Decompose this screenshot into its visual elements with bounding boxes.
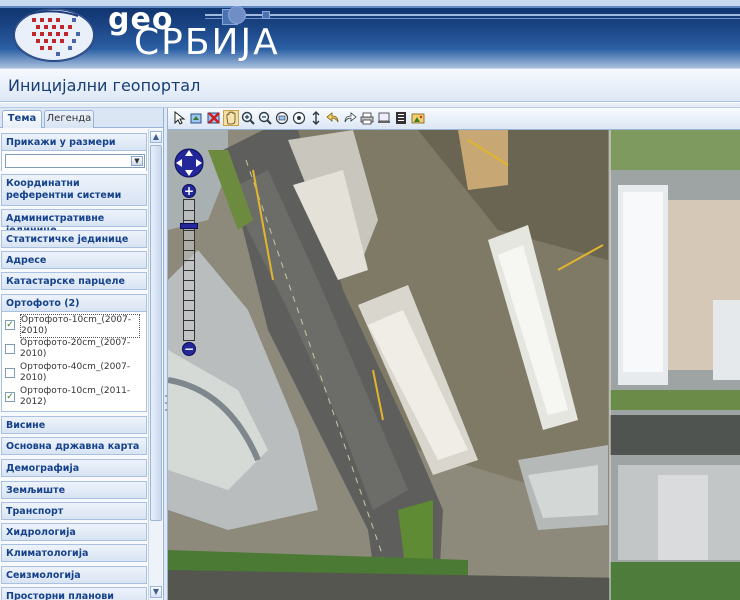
layer-label: Ортофото-20cm_(2007-2010) xyxy=(20,338,131,359)
pan-arrows-icon[interactable] xyxy=(173,147,205,179)
section-scale-body: ▼ xyxy=(1,151,147,171)
legend-icon[interactable] xyxy=(393,110,409,126)
zoom-tick xyxy=(184,260,194,261)
zoom-out-icon[interactable] xyxy=(257,110,273,126)
clear-selection-icon[interactable] xyxy=(206,110,222,126)
scrollbar-thumb[interactable] xyxy=(150,145,162,521)
chevron-down-icon[interactable]: ▼ xyxy=(131,156,143,166)
next-extent-icon[interactable] xyxy=(342,110,358,126)
zoom-tick xyxy=(184,300,194,301)
zoom-tick xyxy=(184,250,194,251)
globe-logo-icon xyxy=(13,8,95,62)
section-addresses[interactable]: Адресе xyxy=(1,251,147,269)
scale-select[interactable]: ▼ xyxy=(5,154,145,168)
layer-label: Ортофото-40cm_(2007-2010) xyxy=(20,362,131,383)
zoom-tick xyxy=(184,220,194,221)
layer-checkbox[interactable] xyxy=(5,368,15,378)
zoom-tick xyxy=(184,270,194,271)
section-heights[interactable]: Висине xyxy=(1,416,147,434)
zoom-tick xyxy=(184,210,194,211)
section-hydrology[interactable]: Хидрологија xyxy=(1,523,147,541)
section-admin-units[interactable]: Административне јединице xyxy=(1,209,147,236)
find-icon[interactable] xyxy=(291,110,307,126)
zoom-in-icon[interactable] xyxy=(240,110,256,126)
layer-checkbox[interactable]: ✓ xyxy=(5,320,15,330)
zoom-in-button[interactable]: + xyxy=(182,184,196,198)
layer-checkbox[interactable]: ✓ xyxy=(5,392,15,402)
section-cadastre[interactable]: Катастарске парцеле xyxy=(1,272,147,290)
layer-checkbox[interactable] xyxy=(5,344,15,354)
theme-panel: Прикажи у размери ▼ Координатни референт… xyxy=(0,129,148,600)
section-demography[interactable]: Демографија xyxy=(1,459,147,477)
zoom-slider-handle[interactable] xyxy=(180,223,198,230)
measure-icon[interactable] xyxy=(376,110,392,126)
sidebar-tabs: Тема Легенда xyxy=(0,108,163,128)
zoom-slider[interactable] xyxy=(183,199,195,341)
zoom-tick xyxy=(184,330,194,331)
section-land[interactable]: Земљиште xyxy=(1,481,147,499)
section-crs[interactable]: Координатни референтни системи xyxy=(1,174,147,206)
tab-theme[interactable]: Тема xyxy=(2,110,42,128)
layer-sidebar: Тема Легенда Прикажи у размери ▼ Координ… xyxy=(0,108,164,600)
layer-item[interactable]: ✓ Ортофото-10cm_(2007-2010) xyxy=(5,314,145,338)
scroll-down-icon[interactable]: ▼ xyxy=(150,586,162,598)
banner-circle xyxy=(228,6,246,24)
section-orthophoto[interactable]: Ортофото (2) xyxy=(1,294,147,312)
section-stat-units[interactable]: Статистичке јединице xyxy=(1,230,147,248)
zoom-tick xyxy=(184,230,194,231)
zoom-tick xyxy=(184,240,194,241)
logo-srbija-text: СРБИЈА xyxy=(134,22,280,63)
print-icon[interactable] xyxy=(359,110,375,126)
select-arrow-icon[interactable] xyxy=(172,110,188,126)
sidebar-scrollbar[interactable]: ▲ ▼ xyxy=(148,129,162,600)
layer-item[interactable]: Ортофото-20cm_(2007-2010) xyxy=(5,338,145,362)
scroll-up-icon[interactable]: ▲ xyxy=(150,131,162,143)
map-toolbar xyxy=(168,108,740,130)
section-climatology[interactable]: Климатологија xyxy=(1,544,147,562)
section-orthophoto-body: ✓ Ортофото-10cm_(2007-2010) Ортофото-20c… xyxy=(1,312,147,412)
layer-item[interactable]: ✓ Ортофото-10cm_(2011-2012) xyxy=(5,386,145,410)
section-basemap[interactable]: Основна државна карта xyxy=(1,437,147,455)
banner-square xyxy=(262,11,270,19)
title-bar: Иницијални геопортал xyxy=(0,68,740,102)
pan-hand-icon[interactable] xyxy=(223,110,239,126)
layer-label: Ортофото-10cm_(2011-2012) xyxy=(20,386,131,407)
refresh-icon[interactable] xyxy=(308,110,324,126)
banner-rule-thin xyxy=(205,18,740,19)
layer-item[interactable]: Ортофото-40cm_(2007-2010) xyxy=(5,362,145,386)
tab-legend[interactable]: Легенда xyxy=(44,110,94,128)
export-icon[interactable] xyxy=(410,110,426,126)
section-spatial-plans[interactable]: Просторни планови xyxy=(1,587,147,600)
site-banner: geo СРБИЈА xyxy=(0,0,740,68)
section-transport[interactable]: Транспорт xyxy=(1,502,147,520)
banner-rule xyxy=(205,14,740,16)
map-view[interactable]: + − xyxy=(168,130,740,600)
orthophoto-map[interactable] xyxy=(168,130,740,600)
section-seismology[interactable]: Сеизмологија xyxy=(1,566,147,584)
page-title: Иницијални геопортал xyxy=(8,76,201,95)
zoom-out-button[interactable]: − xyxy=(182,342,196,356)
zoom-tick xyxy=(184,280,194,281)
zoom-tick xyxy=(184,290,194,291)
zoom-tick xyxy=(184,320,194,321)
identify-icon[interactable] xyxy=(274,110,290,126)
section-scale[interactable]: Прикажи у размери xyxy=(1,133,147,151)
zoom-tick xyxy=(184,310,194,311)
zoom-to-extent-icon[interactable] xyxy=(189,110,205,126)
layer-label: Ортофото-10cm_(2007-2010) xyxy=(20,314,140,338)
previous-extent-icon[interactable] xyxy=(325,110,341,126)
